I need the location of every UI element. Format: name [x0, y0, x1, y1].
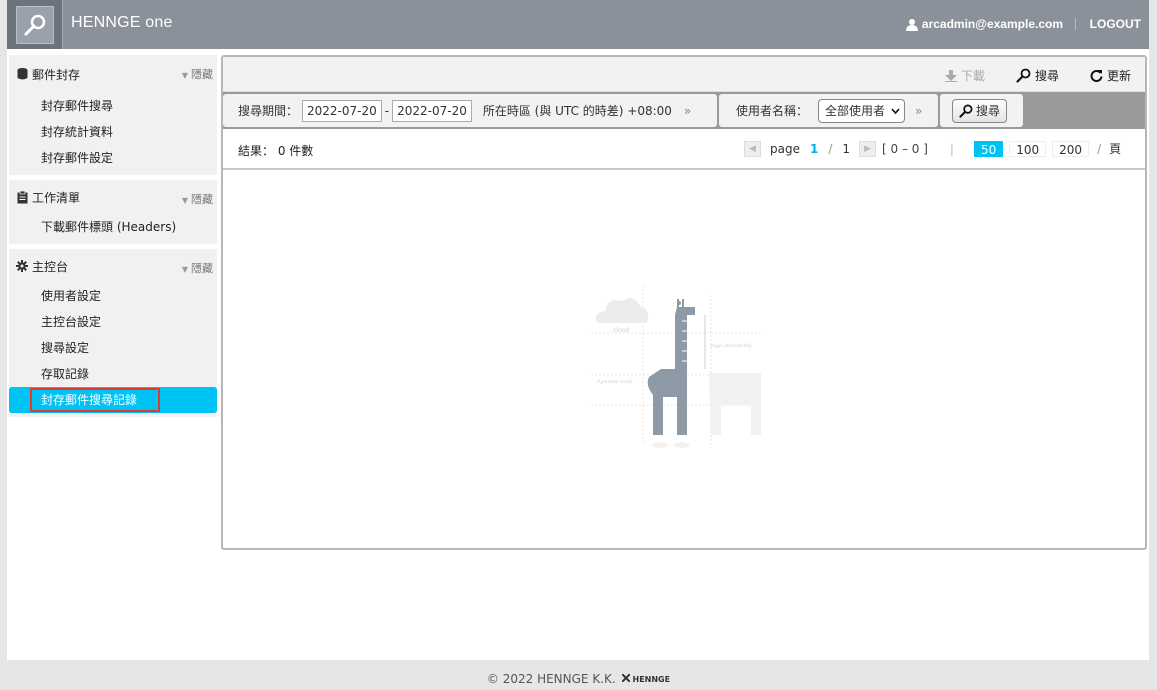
user-label: 使用者名稱：: [736, 104, 809, 118]
page-size-slash: /: [1097, 141, 1102, 156]
magnifier-icon: [15, 5, 54, 44]
double-chevron-icon: »: [683, 103, 692, 118]
sidebar-item-console-settings[interactable]: 主控台設定: [9, 309, 217, 335]
period-label: 搜尋期間：: [238, 104, 299, 118]
henngelogo-icon: [620, 673, 631, 683]
page-size-200[interactable]: 200: [1052, 140, 1090, 157]
pagination: ◀ page 1 / 1 ▶ [ 0 – 0 ] | 50 100 200 / …: [744, 140, 1121, 157]
content-panel: 下載 搜尋 更新 搜尋期間： 2022-07-20 - 2022-07-20 所…: [221, 55, 1147, 550]
sidebar-item-archive-stats[interactable]: 封存統計資料: [9, 119, 217, 145]
prev-page-button[interactable]: ◀: [744, 140, 761, 157]
user-filter-group: 使用者名稱： 全部使用者 »: [719, 94, 938, 127]
sidebar-section-title: 工作清單: [32, 190, 81, 205]
sidebar-item-archive-settings[interactable]: 封存郵件設定: [9, 145, 217, 171]
triangle-down-icon: ▼: [181, 196, 188, 205]
results-bar: 結果： 0 件數 ◀ page 1 / 1 ▶ [ 0 – 0 ] | 50 1…: [223, 129, 1145, 170]
sidebar-section-title: 主控台: [32, 259, 69, 274]
date-from-input[interactable]: 2022-07-20: [302, 99, 382, 122]
date-separator: -: [384, 103, 390, 118]
double-chevron-icon: »: [915, 103, 923, 118]
per-page-suffix: 頁: [1109, 142, 1122, 156]
search-icon: [1016, 68, 1031, 83]
next-page-button[interactable]: ▶: [859, 140, 877, 157]
toolbar: 下載 搜尋 更新: [223, 57, 1145, 92]
empty-state-giraffe-illustration: cloud high availability dynamic scale: [591, 285, 771, 458]
date-to-input[interactable]: 2022-07-20: [392, 99, 472, 122]
timezone-label: 所在時區 (與 UTC 的時差) +08:00: [482, 104, 672, 118]
hide-toggle[interactable]: ▼ 隱藏: [182, 260, 213, 276]
page-size-50[interactable]: 50: [973, 140, 1004, 157]
sidebar-item-access-log[interactable]: 存取記錄: [9, 361, 217, 387]
total-pages: 1: [842, 141, 851, 156]
result-range: [ 0 – 0 ]: [882, 141, 928, 156]
user-icon: [905, 18, 918, 31]
sidebar-section-console: 主控台 ▼ 隱藏 使用者設定 主控台設定 搜尋設定 存取記錄 封存郵件搜尋記錄: [9, 249, 217, 418]
svg-text:dynamic scale: dynamic scale: [597, 379, 633, 385]
user-email: arcadmin@example.com: [921, 17, 1063, 31]
logout-link[interactable]: LOGOUT: [1090, 17, 1141, 31]
sidebar: 郵件封存 ▼ 隱藏 封存郵件搜尋 封存統計資料 封存郵件設定 工作清單 ▼ 隱藏…: [9, 55, 217, 422]
user-select[interactable]: 全部使用者: [818, 98, 906, 123]
app-logo[interactable]: [7, 0, 62, 49]
filter-bar: 搜尋期間： 2022-07-20 - 2022-07-20 所在時區 (與 UT…: [223, 92, 1145, 129]
user-account[interactable]: arcadmin@example.com: [905, 17, 1063, 31]
current-page: 1: [809, 141, 819, 156]
triangle-down-icon: ▼: [181, 265, 188, 274]
search-toolbar-button[interactable]: 搜尋: [1016, 67, 1059, 84]
database-icon: [16, 68, 28, 80]
brand-name: HENNGE one: [71, 14, 173, 31]
search-icon: [959, 104, 973, 118]
sidebar-section-archive: 郵件封存 ▼ 隱藏 封存郵件搜尋 封存統計資料 封存郵件設定: [9, 55, 217, 176]
highlight-box: [30, 388, 160, 412]
date-filter-group: 搜尋期間： 2022-07-20 - 2022-07-20 所在時區 (與 UT…: [223, 94, 717, 127]
page-slash: /: [828, 141, 833, 156]
copyright-text: © 2022 HENNGE K.K.: [486, 672, 616, 686]
sidebar-item-archive-search[interactable]: 封存郵件搜尋: [9, 93, 217, 119]
refresh-button[interactable]: 更新: [1090, 67, 1131, 84]
svg-text:high availability: high availability: [711, 343, 752, 349]
main-card: 郵件封存 ▼ 隱藏 封存郵件搜尋 封存統計資料 封存郵件設定 工作清單 ▼ 隱藏…: [7, 49, 1149, 660]
gear-icon: [16, 260, 28, 272]
hide-toggle[interactable]: ▼ 隱藏: [182, 66, 213, 82]
refresh-icon: [1090, 70, 1103, 82]
page-label: page: [770, 141, 800, 156]
search-button[interactable]: 搜尋: [952, 98, 1008, 123]
pager-divider: |: [949, 141, 954, 156]
download-arrow-icon: [945, 69, 957, 82]
sidebar-section-tasks: 工作清單 ▼ 隱藏 下載郵件標頭 (Headers): [9, 180, 217, 245]
henngefooter-logo: HENNGE: [620, 673, 670, 684]
download-button[interactable]: 下載: [945, 67, 985, 84]
sidebar-section-header[interactable]: 工作清單 ▼ 隱藏: [9, 180, 217, 214]
sidebar-section-header[interactable]: 主控台 ▼ 隱藏: [9, 249, 217, 283]
triangle-down-icon: ▼: [181, 71, 188, 80]
chevron-down-icon: [891, 107, 900, 114]
sidebar-item-user-settings[interactable]: 使用者設定: [9, 283, 217, 309]
page-size-100[interactable]: 100: [1009, 140, 1047, 157]
clipboard-icon: [16, 190, 28, 203]
sidebar-section-header[interactable]: 郵件封存 ▼ 隱藏: [9, 55, 217, 93]
search-group: 搜尋: [940, 94, 1023, 127]
sidebar-item-search-settings[interactable]: 搜尋設定: [9, 335, 217, 361]
header-divider: [1075, 18, 1076, 30]
footer: © 2022 HENNGE K.K. HENNGE: [0, 672, 1157, 686]
hide-toggle[interactable]: ▼ 隱藏: [182, 191, 213, 207]
sidebar-item-download-headers[interactable]: 下載郵件標頭 (Headers): [9, 214, 217, 240]
sidebar-item-archive-search-log[interactable]: 封存郵件搜尋記錄: [9, 387, 217, 413]
top-header: HENNGE one arcadmin@example.com LOGOUT: [7, 0, 1149, 49]
sidebar-section-title: 郵件封存: [32, 67, 81, 82]
logo-divider: [62, 0, 63, 49]
result-count: 結果： 0 件數: [238, 144, 314, 158]
svg-text:cloud: cloud: [613, 327, 630, 334]
